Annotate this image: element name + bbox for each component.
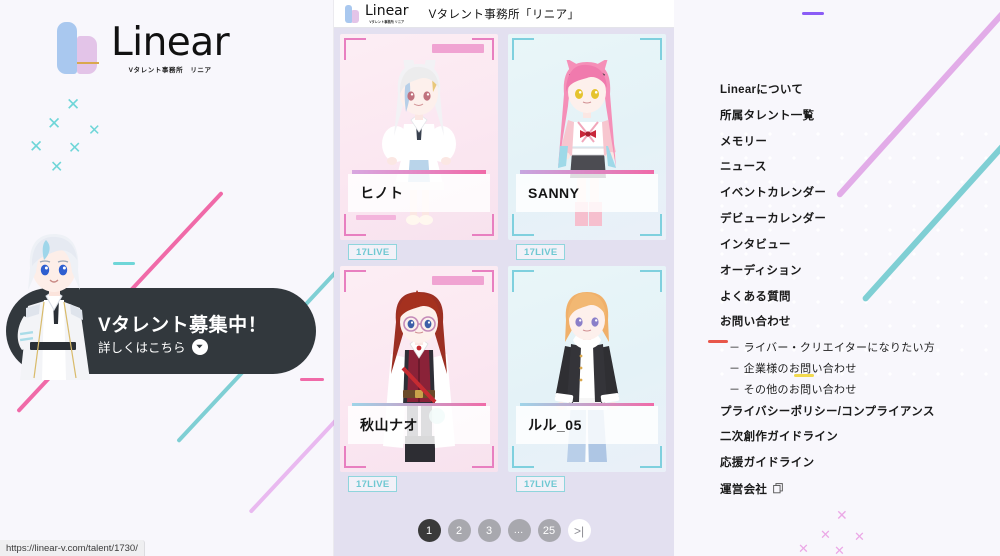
- external-link-icon: [773, 483, 784, 498]
- logo-subtitle: Vタレント事務所 リニア: [128, 67, 212, 74]
- diagonal-line-lilac: [248, 350, 334, 514]
- menu-item-label: オーディション: [720, 264, 802, 277]
- menu-item-faq[interactable]: よくある質問: [720, 291, 990, 304]
- menu-item-contact-creator[interactable]: － ライバー・クリエイターになりたい方: [729, 342, 990, 354]
- site-title: Vタレント事務所「リニア」: [428, 8, 580, 21]
- pagination-page-25[interactable]: 25: [537, 519, 561, 542]
- menu-item-label: お問い合わせ: [720, 316, 791, 329]
- logo-wordmark: Linear: [111, 19, 230, 65]
- menu-item-label: ニュース: [720, 161, 767, 174]
- pagination-ellipsis: …: [507, 519, 531, 542]
- cta-subtitle: 詳しくはこちら: [98, 341, 186, 355]
- menu-item-label: よくある質問: [720, 290, 791, 303]
- menu-item-label: イベントカレンダー: [720, 187, 827, 200]
- status-bar-url: https://linear-v.com/talent/1730/: [6, 542, 138, 554]
- pagination-page-2[interactable]: 2: [447, 519, 471, 542]
- cta-title: Vタレント募集中！: [98, 315, 268, 336]
- talent-platform-badge[interactable]: 17LIVE: [348, 476, 398, 492]
- talent-name-plate: SANNY: [516, 174, 658, 212]
- dash-purple: [802, 12, 824, 15]
- talent-card[interactable]: ルル_05 17LIVE: [504, 262, 670, 494]
- menu-item-label: － 企業様のお問い合わせ: [729, 363, 857, 376]
- menu-item-memory[interactable]: メモリー: [720, 136, 990, 149]
- menu-item-audition[interactable]: オーディション: [720, 265, 990, 278]
- menu-item-company[interactable]: 運営会社: [720, 483, 990, 498]
- talent-platform-badge[interactable]: 17LIVE: [516, 476, 566, 492]
- pagination-page-1[interactable]: 1: [417, 519, 441, 542]
- x-decoration-icon: ✕: [29, 137, 44, 156]
- dash-pink-right: [300, 378, 324, 381]
- brand-logo[interactable]: Linear Vタレント事務所 リニア: [55, 19, 230, 76]
- talent-name-plate: ルル_05: [516, 406, 658, 444]
- arrow-down-circle-icon: [191, 338, 208, 355]
- menu-item-talent-list[interactable]: 所属タレント一覧: [720, 110, 990, 123]
- menu-item-label: メモリー: [720, 135, 768, 148]
- menu-item-label: 運営会社: [720, 484, 768, 497]
- pagination-page-3[interactable]: 3: [477, 519, 501, 542]
- site-logo-subtitle: Vタレント事務所 リニア: [369, 19, 405, 24]
- menu-item-label: 所属タレント一覧: [720, 109, 815, 122]
- menu-item-label: デビューカレンダー: [720, 213, 827, 226]
- menu-item-contact[interactable]: お問い合わせ: [720, 316, 990, 329]
- menu-item-derivative-guideline[interactable]: 二次創作ガイドライン: [720, 431, 990, 444]
- x-decoration-icon: ✕: [68, 140, 82, 157]
- menu-item-contact-corporate[interactable]: － 企業様のお問い合わせ: [729, 363, 990, 375]
- x-decoration-icon: ✕: [88, 122, 101, 139]
- navigation-menu: Linearについて 所属タレント一覧 メモリー ニュース イベントカレンダー …: [720, 84, 990, 511]
- talent-card-artwork: ルル_05: [508, 266, 666, 472]
- x-decoration-icon: ✕: [854, 529, 865, 544]
- mascot-character-illustration: [17, 234, 90, 380]
- menu-item-label: 二次創作ガイドライン: [720, 431, 838, 444]
- talent-name: 秋山ナオ: [360, 417, 418, 433]
- left-decorative-panel: Linear Vタレント事務所 リニア ✕ ✕ ✕ ✕ ✕ ✕ Vタレント募集中…: [0, 0, 334, 556]
- talent-name: ヒノト: [360, 185, 404, 201]
- talent-card[interactable]: SANNY 17LIVE: [504, 30, 670, 262]
- pagination: 1 2 3 … 25 >|: [334, 519, 674, 542]
- talent-card-artwork: 秋山ナオ: [340, 266, 498, 472]
- cta-subtitle-row[interactable]: 詳しくはこちら: [98, 337, 208, 356]
- dash-teal: [113, 262, 135, 265]
- x-decoration-icon: ✕: [820, 527, 831, 542]
- browser-status-bar: https://linear-v.com/talent/1730/: [0, 540, 145, 556]
- talent-name: SANNY: [528, 185, 580, 201]
- menu-item-event-calendar[interactable]: イベントカレンダー: [720, 187, 990, 200]
- x-decoration-icon: ✕: [798, 541, 809, 556]
- x-decoration-icon: ✕: [47, 114, 62, 133]
- x-decoration-icon: ✕: [50, 159, 64, 176]
- menu-item-label: － その他のお問い合わせ: [729, 384, 857, 397]
- logo-mark-icon: [344, 4, 361, 24]
- menu-item-about[interactable]: Linearについて: [720, 84, 990, 97]
- menu-item-support-guideline[interactable]: 応援ガイドライン: [720, 457, 990, 470]
- talent-platform-badge[interactable]: 17LIVE: [348, 244, 398, 260]
- menu-item-privacy-policy[interactable]: プライバシーポリシー/コンプライアンス: [720, 406, 990, 419]
- pagination-next-button[interactable]: >|: [567, 519, 591, 542]
- talent-name-plate: ヒノト: [348, 174, 490, 212]
- menu-item-label: Linearについて: [720, 84, 804, 96]
- menu-item-contact-other[interactable]: － その他のお問い合わせ: [729, 384, 990, 396]
- talent-card-artwork: SANNY: [508, 34, 666, 240]
- menu-item-news[interactable]: ニュース: [720, 161, 990, 174]
- talent-card[interactable]: ヒノト 17LIVE: [336, 30, 502, 262]
- logo-mark-icon: [55, 22, 103, 76]
- menu-item-debut-calendar[interactable]: デビューカレンダー: [720, 213, 990, 226]
- right-navigation-panel: ✕ ✕ ✕ ✕ ✕ Linearについて 所属タレント一覧 メモリー ニュース …: [674, 0, 1000, 556]
- site-header-logo[interactable]: Linear Vタレント事務所 リニア: [344, 4, 409, 24]
- talent-name-plate: 秋山ナオ: [348, 406, 490, 444]
- site-viewport-panel: Linear Vタレント事務所 リニア Vタレント事務所「リニア」 ヒノト 17…: [334, 0, 674, 556]
- talent-platform-badge[interactable]: 17LIVE: [516, 244, 566, 260]
- talent-name: ルル_05: [528, 417, 582, 433]
- talent-card-artwork: ヒノト: [340, 34, 498, 240]
- menu-item-interview[interactable]: インタビュー: [720, 239, 990, 252]
- x-decoration-icon: ✕: [834, 543, 845, 556]
- site-logo-wordmark: Linear: [365, 2, 409, 19]
- x-decoration-icon: ✕: [66, 95, 81, 114]
- menu-item-label: － ライバー・クリエイターになりたい方: [729, 342, 936, 355]
- talent-card-grid: ヒノト 17LIVE SANNY 17LIVE 秋山ナオ 17LIVE ルル_0…: [334, 28, 674, 496]
- site-header: Linear Vタレント事務所 リニア Vタレント事務所「リニア」: [334, 0, 674, 28]
- menu-item-label: 応援ガイドライン: [720, 457, 815, 470]
- menu-item-label: インタビュー: [720, 238, 791, 251]
- menu-item-label: プライバシーポリシー/コンプライアンス: [720, 405, 935, 418]
- talent-card[interactable]: 秋山ナオ 17LIVE: [336, 262, 502, 494]
